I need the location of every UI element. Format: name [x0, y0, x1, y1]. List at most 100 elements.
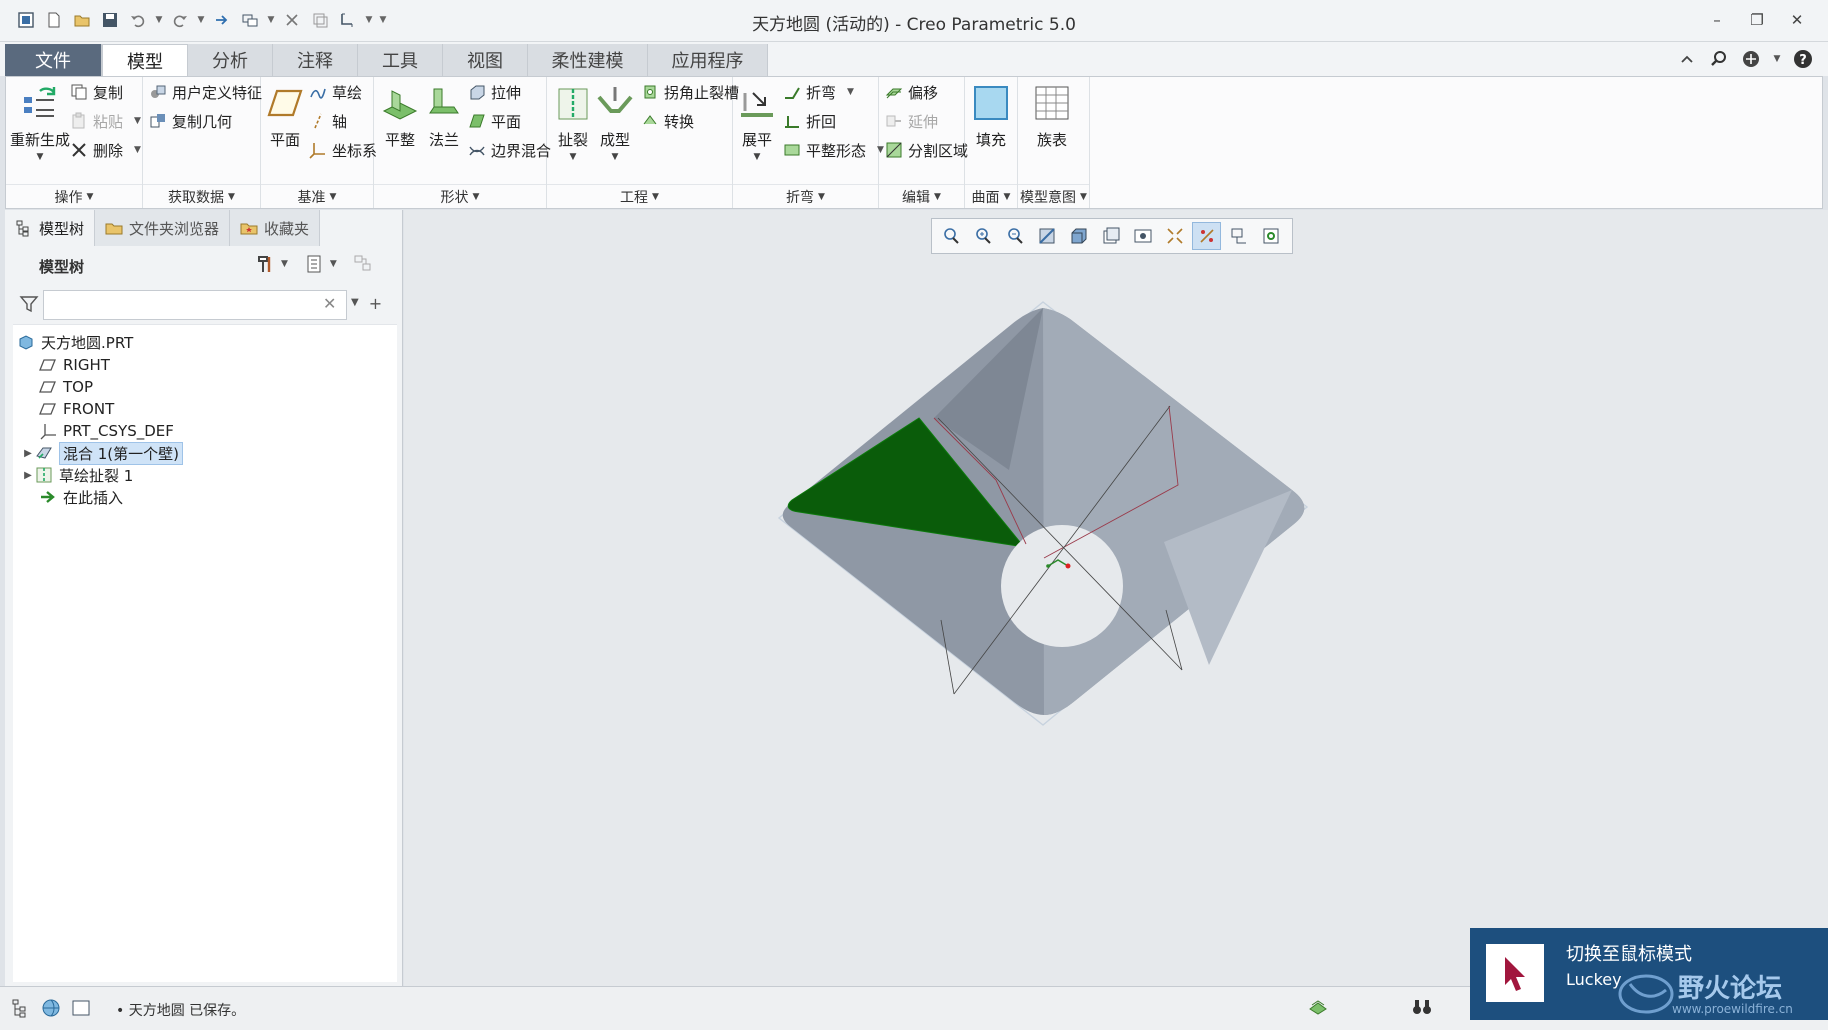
unbend-button[interactable]: 展平 ▼: [737, 83, 777, 162]
regenerate-icon[interactable]: [210, 8, 234, 32]
tab-view[interactable]: 视图: [443, 44, 528, 76]
find-binoculars-icon[interactable]: [1410, 995, 1434, 1019]
tree-filter-settings-icon[interactable]: [353, 254, 373, 274]
tab-annotate[interactable]: 注释: [273, 44, 358, 76]
search-icon[interactable]: [1708, 48, 1730, 70]
copy-geometry-button[interactable]: 复制几何: [149, 108, 232, 134]
select-box-icon[interactable]: [336, 8, 360, 32]
group-label-model-intent[interactable]: 模型意图 ▼: [1018, 184, 1089, 208]
group-label-bends[interactable]: 折弯 ▼: [733, 184, 878, 208]
community-dropdown-icon[interactable]: ▼: [1772, 48, 1782, 70]
bend-back-button[interactable]: 折回: [783, 108, 836, 134]
panel-tab-folder-browser[interactable]: 文件夹浏览器: [95, 210, 231, 246]
bend-dropdown-icon[interactable]: ▼: [847, 87, 854, 97]
group-label-editing[interactable]: 编辑 ▼: [879, 184, 964, 208]
add-column-icon[interactable]: +: [369, 294, 382, 313]
delete-button[interactable]: 删除 ▼: [70, 137, 141, 163]
form-label: 成型: [599, 131, 630, 149]
save-icon[interactable]: [98, 8, 122, 32]
save-copy-icon[interactable]: [308, 8, 332, 32]
undo-dropdown-icon[interactable]: ▼: [154, 8, 164, 32]
flat-state-button[interactable]: 平整形态 ▼: [783, 137, 884, 163]
filter-dropdown-icon[interactable]: ▼: [351, 297, 359, 313]
convert-button[interactable]: 转换: [641, 108, 694, 134]
select-dropdown-icon[interactable]: ▼: [364, 8, 374, 32]
tab-model[interactable]: 模型: [102, 44, 188, 77]
bend-button[interactable]: 折弯 ▼: [783, 79, 854, 105]
customize-qat-icon[interactable]: ▼: [378, 8, 388, 32]
family-table-button[interactable]: 族表: [1032, 83, 1072, 150]
extend-button[interactable]: 延伸: [885, 108, 938, 134]
minimize-button[interactable]: –: [1702, 6, 1732, 34]
axis-button[interactable]: 轴: [309, 108, 347, 134]
graphics-window[interactable]: [404, 210, 1828, 986]
datum-plane-button[interactable]: 平面: [265, 83, 305, 150]
offset-button[interactable]: 偏移: [885, 79, 938, 105]
group-label-get-data[interactable]: 获取数据 ▼: [143, 184, 260, 208]
regenerate-button[interactable]: 重新生成 ▼: [10, 83, 70, 162]
expand-arrow-icon[interactable]: ▶: [21, 448, 35, 459]
group-label-operations[interactable]: 操作 ▼: [6, 184, 142, 208]
boundary-blend-button[interactable]: 边界混合: [468, 137, 551, 163]
tree-search-input[interactable]: [43, 290, 347, 320]
app-menu-icon[interactable]: [14, 8, 38, 32]
windows-dropdown-icon[interactable]: ▼: [266, 8, 276, 32]
maximize-button[interactable]: ❐: [1742, 6, 1772, 34]
udf-button[interactable]: 用户定义特征: [149, 79, 262, 105]
extrude-button[interactable]: 拉伸: [468, 79, 521, 105]
group-label-shapes[interactable]: 形状 ▼: [374, 184, 546, 208]
new-file-icon[interactable]: [42, 8, 66, 32]
close-window-icon[interactable]: [280, 8, 304, 32]
sketch-button[interactable]: 草绘: [309, 79, 362, 105]
open-folder-icon[interactable]: [70, 8, 94, 32]
tree-settings-icon[interactable]: [255, 254, 275, 274]
close-button[interactable]: ✕: [1782, 6, 1812, 34]
windows-icon[interactable]: [238, 8, 262, 32]
tree-show-icon[interactable]: [304, 254, 324, 274]
group-label-datum[interactable]: 基准 ▼: [261, 184, 373, 208]
tab-applications[interactable]: 应用程序: [648, 44, 768, 76]
tree-show-dropdown-icon[interactable]: ▼: [330, 259, 337, 269]
copy-button[interactable]: 复制: [70, 79, 123, 105]
clear-search-icon[interactable]: ✕: [323, 294, 336, 313]
delete-dropdown-icon[interactable]: ▼: [134, 145, 141, 155]
panel-tab-model-tree[interactable]: 模型树: [5, 210, 96, 246]
navigator-toggle-icon[interactable]: [10, 997, 32, 1019]
regenerate-dropdown-icon[interactable]: ▼: [37, 152, 44, 162]
regeneration-status-icon[interactable]: [1306, 995, 1330, 1019]
undo-icon[interactable]: [126, 8, 150, 32]
tab-flexible-modeling[interactable]: 柔性建模: [528, 44, 648, 76]
help-icon[interactable]: ?: [1792, 48, 1814, 70]
redo-icon[interactable]: [168, 8, 192, 32]
tree-settings-dropdown-icon[interactable]: ▼: [281, 259, 288, 269]
tree-item-insert-here[interactable]: 在此插入: [39, 484, 123, 510]
collapse-ribbon-icon[interactable]: [1676, 48, 1698, 70]
fill-button[interactable]: 填充: [971, 83, 1011, 150]
rip-button[interactable]: 扯裂 ▼: [553, 83, 593, 162]
tab-tools[interactable]: 工具: [358, 44, 443, 76]
paste-button[interactable]: 粘贴 ▼: [70, 108, 141, 134]
planar-button[interactable]: 平面: [468, 108, 521, 134]
redo-dropdown-icon[interactable]: ▼: [196, 8, 206, 32]
community-icon[interactable]: [1740, 48, 1762, 70]
form-button[interactable]: 成型 ▼: [595, 83, 635, 162]
model-viewport[interactable]: [404, 210, 1828, 986]
expand-arrow-icon[interactable]: ▶: [21, 470, 35, 481]
group-label-surfaces[interactable]: 曲面 ▼: [965, 184, 1017, 208]
browser-toggle-icon[interactable]: [40, 997, 62, 1019]
rip-dropdown-icon[interactable]: ▼: [570, 152, 577, 162]
filter-icon[interactable]: [19, 294, 39, 314]
full-screen-icon[interactable]: [70, 997, 92, 1019]
unbend-dropdown-icon[interactable]: ▼: [754, 152, 761, 162]
split-area-button[interactable]: 分割区域: [885, 137, 968, 163]
form-dropdown-icon[interactable]: ▼: [612, 152, 619, 162]
flat-wall-button[interactable]: 平整: [380, 83, 420, 150]
csys-button[interactable]: 坐标系: [309, 137, 377, 163]
corner-relief-button[interactable]: 拐角止裂槽: [641, 79, 739, 105]
tab-file[interactable]: 文件: [5, 44, 102, 76]
panel-tab-favorites[interactable]: 收藏夹: [230, 210, 321, 246]
tab-analysis[interactable]: 分析: [188, 44, 273, 76]
flange-button[interactable]: 法兰: [424, 83, 464, 150]
group-label-engineering[interactable]: 工程 ▼: [547, 184, 732, 208]
paste-dropdown-icon[interactable]: ▼: [134, 116, 141, 126]
